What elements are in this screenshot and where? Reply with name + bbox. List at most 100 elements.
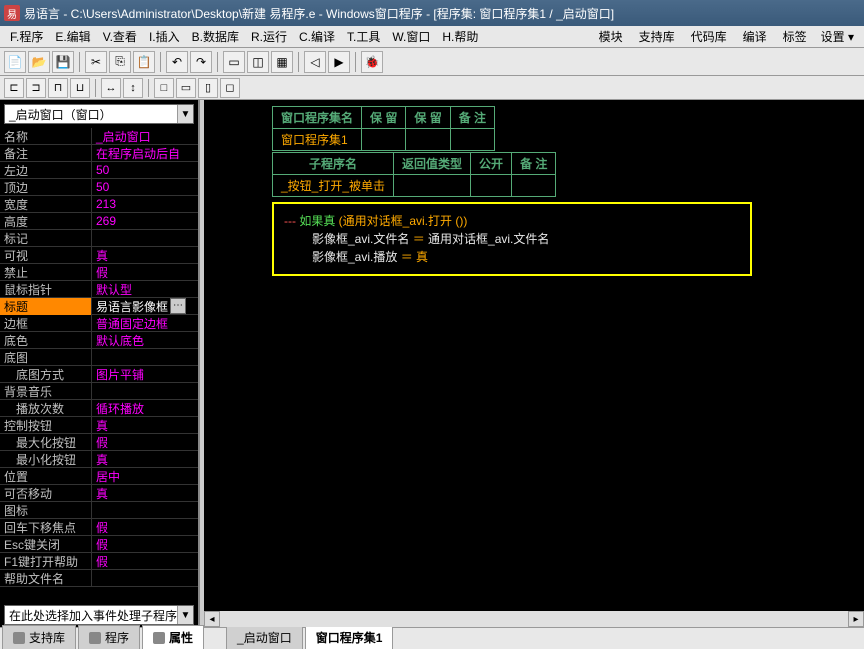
paste-icon[interactable]: 📋: [133, 51, 155, 73]
property-row[interactable]: 标题易语言影像框⋯: [0, 298, 198, 315]
property-row[interactable]: 左边50: [0, 162, 198, 179]
menu-compile2[interactable]: 编译: [735, 26, 775, 47]
property-value[interactable]: 269: [92, 214, 198, 228]
tab-window-set[interactable]: 窗口程序集1: [305, 625, 394, 649]
property-row[interactable]: 鼠标指针默认型: [0, 281, 198, 298]
property-value[interactable]: 图片平铺: [92, 366, 198, 383]
scroll-left-icon[interactable]: ◂: [204, 611, 220, 627]
property-value[interactable]: 真: [92, 417, 198, 434]
property-row[interactable]: 边框普通固定边框: [0, 315, 198, 332]
event-selector[interactable]: 在此处选择加入事件处理子程序 ▼: [4, 605, 194, 625]
property-value[interactable]: 默认底色: [92, 332, 198, 349]
property-row[interactable]: 图标: [0, 502, 198, 519]
property-row[interactable]: 位置居中: [0, 468, 198, 485]
scroll-track[interactable]: [220, 611, 848, 627]
dist1-icon[interactable]: ↔: [101, 78, 121, 98]
property-row[interactable]: 可否移动真: [0, 485, 198, 502]
horizontal-scrollbar[interactable]: ◂ ▸: [204, 611, 864, 627]
menu-settings[interactable]: 设置 ▾: [815, 26, 860, 47]
menu-help[interactable]: H.帮助: [436, 26, 484, 47]
property-row[interactable]: 备注在程序启动后自: [0, 145, 198, 162]
component-selector[interactable]: _启动窗口（窗口） ▼: [4, 104, 194, 124]
align3-icon[interactable]: ⊓: [48, 78, 68, 98]
cut-icon[interactable]: ✂: [85, 51, 107, 73]
menu-module[interactable]: 模块: [591, 26, 631, 47]
menu-insert[interactable]: I.插入: [143, 26, 186, 47]
property-row[interactable]: 控制按钮真: [0, 417, 198, 434]
property-row[interactable]: 底色默认底色: [0, 332, 198, 349]
menu-tools[interactable]: T.工具: [341, 26, 386, 47]
undo-icon[interactable]: ↶: [166, 51, 188, 73]
layout2-icon[interactable]: ◫: [247, 51, 269, 73]
copy-icon[interactable]: ⎘: [109, 51, 131, 73]
align1-icon[interactable]: ⊏: [4, 78, 24, 98]
property-value[interactable]: 50: [92, 163, 198, 177]
property-row[interactable]: 帮助文件名: [0, 570, 198, 587]
menu-view[interactable]: V.查看: [97, 26, 143, 47]
open-icon[interactable]: 📂: [28, 51, 50, 73]
property-grid[interactable]: 名称_启动窗口备注在程序启动后自左边50顶边50宽度213高度269标记可视真禁…: [0, 128, 198, 603]
menu-tags[interactable]: 标签: [775, 26, 815, 47]
property-value[interactable]: 真: [92, 451, 198, 468]
sub-name-cell[interactable]: _按钮_打开_被单击: [273, 175, 394, 197]
save-icon[interactable]: 💾: [52, 51, 74, 73]
chevron-down-icon[interactable]: ▼: [177, 606, 193, 624]
property-row[interactable]: F1键打开帮助假: [0, 553, 198, 570]
tab-properties[interactable]: 属性: [142, 625, 204, 649]
property-value[interactable]: 循环播放: [92, 400, 198, 417]
dist2-icon[interactable]: ↕: [123, 78, 143, 98]
property-row[interactable]: 最小化按钮真: [0, 451, 198, 468]
menu-database[interactable]: B.数据库: [186, 26, 245, 47]
menu-window[interactable]: W.窗口: [386, 26, 436, 47]
scroll-right-icon[interactable]: ▸: [848, 611, 864, 627]
property-value[interactable]: 50: [92, 180, 198, 194]
layout3-icon[interactable]: ▦: [271, 51, 293, 73]
menu-file[interactable]: F.程序: [4, 26, 49, 47]
property-value[interactable]: 普通固定边框: [92, 315, 198, 332]
module-name-cell[interactable]: 窗口程序集1: [273, 129, 362, 151]
size3-icon[interactable]: ▯: [198, 78, 218, 98]
ellipsis-button[interactable]: ⋯: [170, 298, 186, 314]
property-row[interactable]: 高度269: [0, 213, 198, 230]
size1-icon[interactable]: □: [154, 78, 174, 98]
menu-support-lib[interactable]: 支持库: [631, 26, 683, 47]
tab-support-lib[interactable]: 支持库: [2, 625, 76, 649]
debug-icon[interactable]: 🐞: [361, 51, 383, 73]
size4-icon[interactable]: ◻: [220, 78, 240, 98]
sub-table[interactable]: 子程序名 返回值类型 公开 备 注 _按钮_打开_被单击: [272, 152, 556, 197]
code-block[interactable]: --- 如果真 (通用对话框_avi.打开 ()) 影像框_avi.文件名 ＝ …: [272, 202, 752, 276]
property-row[interactable]: 底图: [0, 349, 198, 366]
property-row[interactable]: 宽度213: [0, 196, 198, 213]
menu-edit[interactable]: E.编辑: [49, 26, 96, 47]
chevron-down-icon[interactable]: ▼: [177, 105, 193, 123]
property-value[interactable]: 213: [92, 197, 198, 211]
property-value[interactable]: 易语言影像框⋯: [92, 298, 198, 315]
tab-program[interactable]: 程序: [78, 625, 140, 649]
property-row[interactable]: 可视真: [0, 247, 198, 264]
property-row[interactable]: 播放次数循环播放: [0, 400, 198, 417]
property-value[interactable]: 默认型: [92, 281, 198, 298]
property-row[interactable]: 底图方式图片平铺: [0, 366, 198, 383]
property-row[interactable]: 顶边50: [0, 179, 198, 196]
layout1-icon[interactable]: ▭: [223, 51, 245, 73]
size2-icon[interactable]: ▭: [176, 78, 196, 98]
property-value[interactable]: 在程序启动后自: [92, 145, 198, 162]
property-row[interactable]: 背景音乐: [0, 383, 198, 400]
tab-start-window[interactable]: _启动窗口: [226, 625, 303, 649]
property-row[interactable]: 回车下移焦点假: [0, 519, 198, 536]
property-value[interactable]: 假: [92, 519, 198, 536]
property-value[interactable]: 真: [92, 247, 198, 264]
redo-icon[interactable]: ↷: [190, 51, 212, 73]
menu-code-lib[interactable]: 代码库: [683, 26, 735, 47]
property-row[interactable]: 名称_启动窗口: [0, 128, 198, 145]
align4-icon[interactable]: ⊔: [70, 78, 90, 98]
property-value[interactable]: 假: [92, 264, 198, 281]
property-row[interactable]: Esc键关闭假: [0, 536, 198, 553]
menu-run[interactable]: R.运行: [245, 26, 293, 47]
prev-icon[interactable]: ◁: [304, 51, 326, 73]
property-value[interactable]: 假: [92, 536, 198, 553]
property-value[interactable]: 居中: [92, 468, 198, 485]
new-icon[interactable]: 📄: [4, 51, 26, 73]
property-row[interactable]: 禁止假: [0, 264, 198, 281]
align2-icon[interactable]: ⊐: [26, 78, 46, 98]
